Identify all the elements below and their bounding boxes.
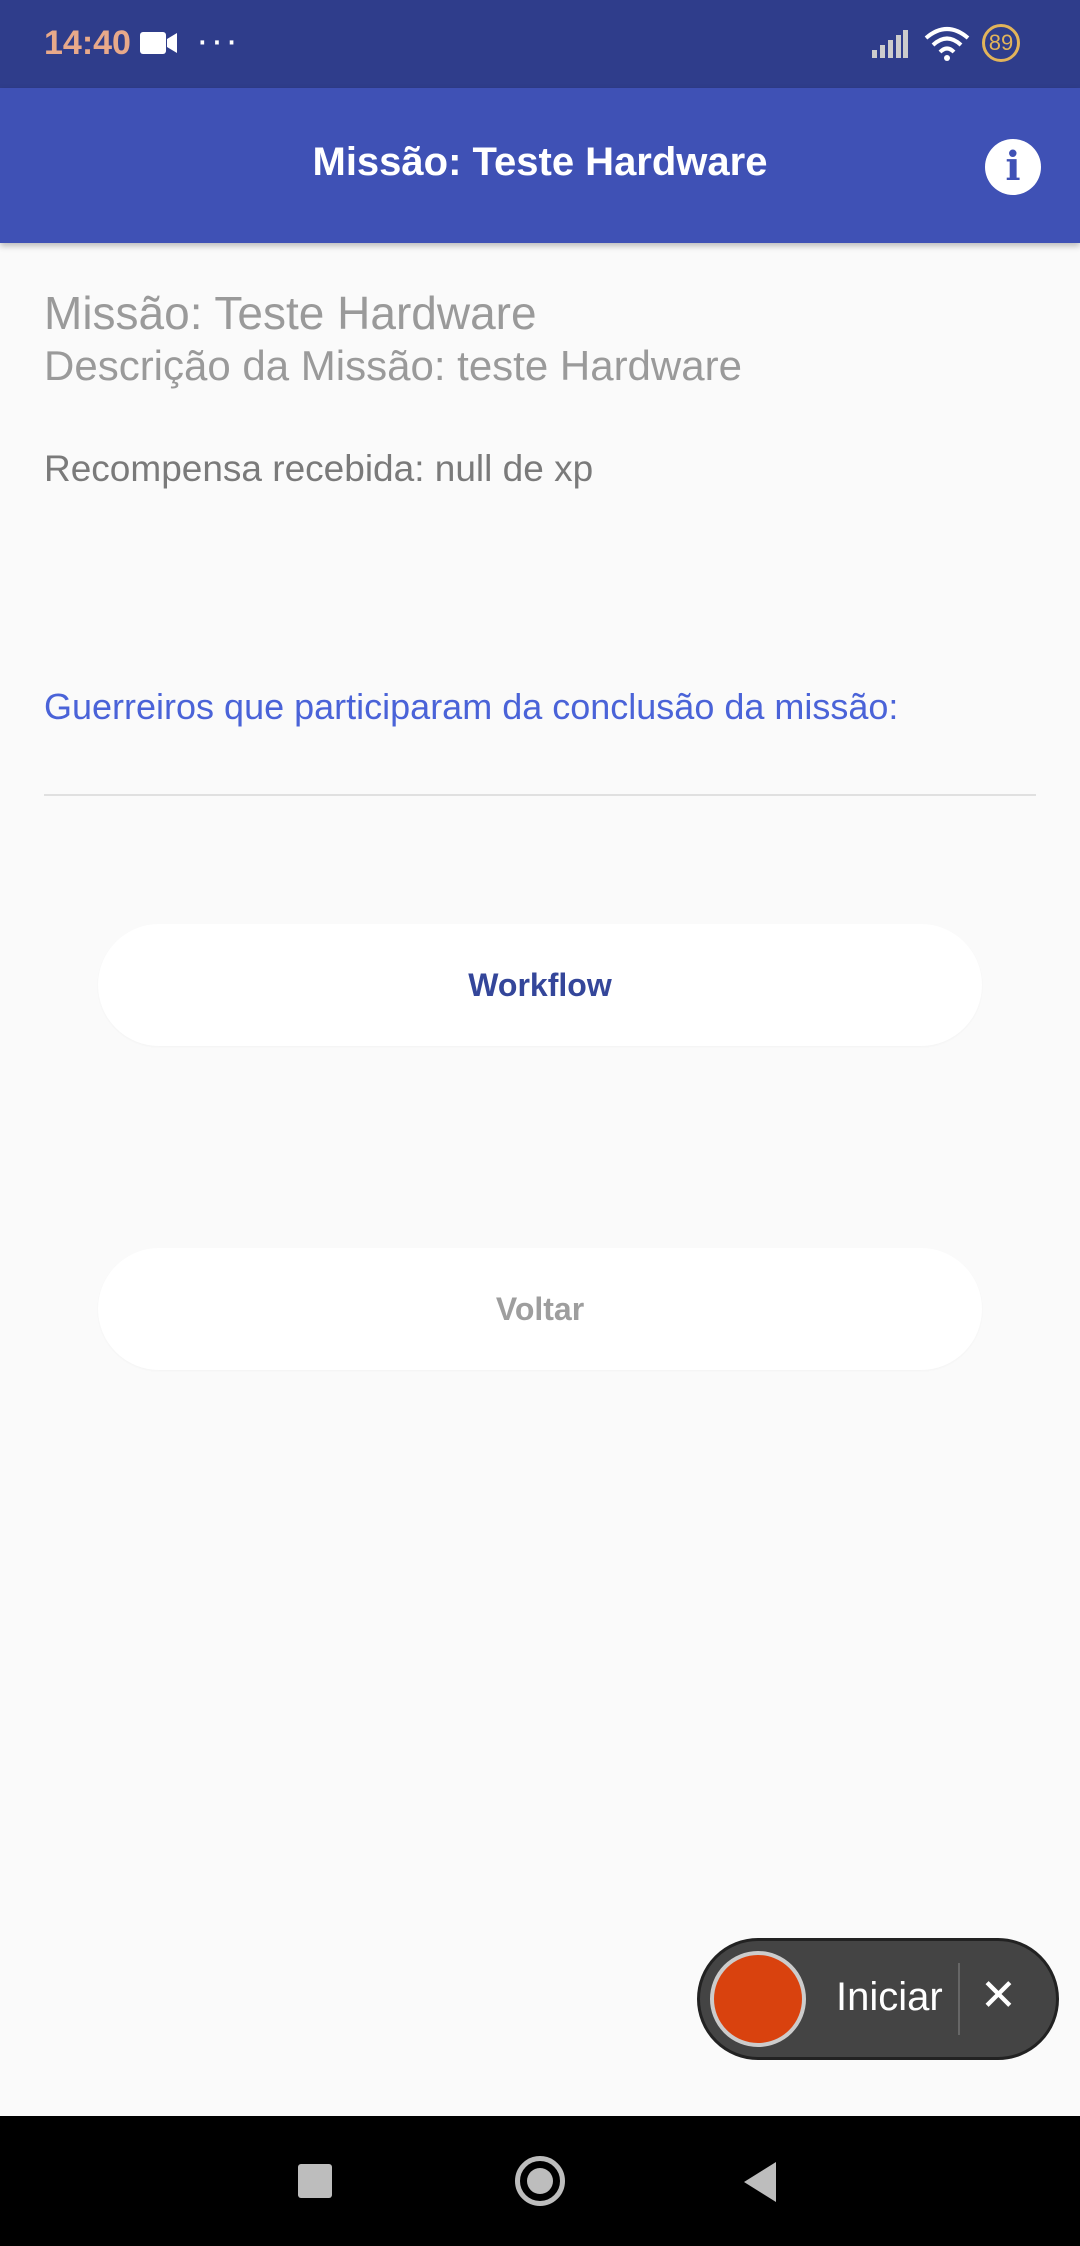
mission-description: Descrição da Missão: teste Hardware [44, 342, 742, 389]
battery-icon: 89 [982, 24, 1020, 62]
record-button[interactable] [710, 1951, 806, 2047]
navigation-bar [0, 2116, 1080, 2246]
recents-icon[interactable] [298, 2164, 332, 2198]
warriors-label: Guerreiros que participaram da conclusão… [44, 686, 899, 727]
status-bar: 14:40 ··· 89 [0, 0, 1080, 88]
voltar-button[interactable]: Voltar [98, 1248, 982, 1370]
close-icon[interactable]: ✕ [980, 1971, 1017, 2021]
divider [44, 794, 1036, 796]
more-dots-icon: ··· [196, 20, 240, 62]
screen-recorder-widget: Iniciar ✕ [697, 1938, 1059, 2060]
status-time: 14:40 [44, 24, 131, 62]
back-icon[interactable] [744, 2162, 776, 2202]
workflow-button[interactable]: Workflow [98, 924, 982, 1046]
video-camera-icon [140, 30, 178, 61]
page-title: Missão: Teste Hardware [312, 140, 768, 184]
mission-header: Missão: Teste Hardware Descrição da Miss… [44, 285, 1036, 391]
reward-text: Recompensa recebida: null de xp [44, 448, 594, 489]
start-recording-label[interactable]: Iniciar [836, 1975, 943, 2020]
info-icon[interactable]: i [985, 139, 1041, 195]
home-icon[interactable] [515, 2156, 565, 2206]
mission-name: Missão: Teste Hardware [44, 287, 537, 339]
app-bar: Missão: Teste Hardware i [0, 88, 1080, 243]
signal-icon [872, 30, 908, 63]
recorder-divider [958, 1963, 960, 2035]
wifi-icon [924, 26, 970, 67]
